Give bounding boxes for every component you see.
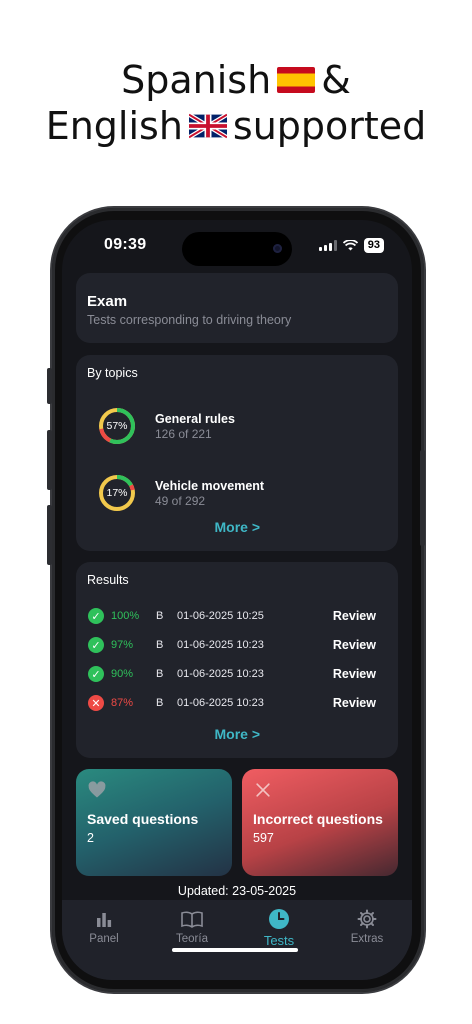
result-percent: 97% [111,639,134,651]
volume-down-button [47,505,52,565]
phone-screen: 09:39 93 Exam Tests corresponding to dri… [62,220,412,980]
topic-row-vehicle-movement[interactable]: 17% Vehicle movement 49 of 292 [98,474,264,512]
check-icon: ✓ [88,666,104,682]
promo-line-1-text: Spanish [121,58,272,102]
topic-percent: 57% [106,420,128,432]
review-button[interactable]: Review [333,667,376,681]
result-date: 01-06-2025 10:23 [177,668,264,680]
result-row[interactable]: ✓ 97% B 01-06-2025 10:23 Review [88,634,388,656]
book-icon [181,911,203,928]
topic-percent: 17% [106,487,128,499]
dynamic-island [182,232,292,266]
tab-label: Tests [263,933,295,948]
review-button[interactable]: Review [333,609,376,623]
spain-flag-icon [277,66,316,93]
results-title: Results [87,573,129,587]
check-icon: ✓ [88,608,104,624]
incorrect-questions-label: Incorrect questions [253,811,383,827]
topics-title: By topics [87,366,138,380]
volume-up-button [47,430,52,490]
results-more-link[interactable]: More > [214,726,260,742]
tab-label: Panel [89,933,119,945]
result-category: B [156,639,164,651]
result-date: 01-06-2025 10:25 [177,610,264,622]
topic-name: Vehicle movement [155,478,265,493]
bar-chart-icon [97,913,112,927]
result-percent: 100% [111,610,140,622]
tab-extras[interactable]: Extras [337,908,397,945]
close-icon [256,783,270,797]
uk-flag-icon [188,112,227,139]
topic-count: 49 of 292 [155,493,206,508]
topics-more-link[interactable]: More > [214,519,260,535]
exam-card[interactable]: Exam Tests corresponding to driving theo… [76,273,398,343]
result-row[interactable]: ✓ 100% B 01-06-2025 10:25 Review [88,605,388,627]
tab-label: Teoría [176,933,208,945]
action-button [47,368,52,404]
progress-ring: 57% [98,407,136,445]
incorrect-questions-tile[interactable]: Incorrect questions 597 [242,769,398,876]
battery-indicator: 93 [363,238,384,253]
tab-panel[interactable]: Panel [74,908,134,945]
result-percent: 87% [111,697,134,709]
progress-ring: 17% [98,474,136,512]
result-category: B [156,697,164,709]
saved-questions-count: 2 [87,831,94,845]
tab-label: Extras [350,933,384,945]
topics-card: By topics 57% General rules 126 of 221 1… [76,355,398,551]
signal-icon [318,240,337,251]
saved-questions-tile[interactable]: Saved questions 2 [76,769,232,876]
result-date: 01-06-2025 10:23 [177,639,264,651]
result-row[interactable]: ✕ 87% B 01-06-2025 10:23 Review [88,692,388,714]
promo-line-2-text: English [45,104,183,148]
saved-questions-label: Saved questions [87,811,199,827]
results-card: Results ✓ 100% B 01-06-2025 10:25 Review… [76,562,398,758]
promo-line-1: Spanish & [0,56,472,104]
result-percent: 90% [111,668,134,680]
result-category: B [156,610,164,622]
tab-teoria[interactable]: Teoría [162,908,222,945]
review-button[interactable]: Review [333,696,376,710]
wifi-icon [342,240,358,251]
exam-title: Exam [87,293,128,310]
result-category: B [156,668,164,680]
status-time: 09:39 [104,236,147,253]
cross-icon: ✕ [88,695,104,711]
tab-bar: Panel Teoría Tests Extras [62,900,412,980]
exam-subtitle: Tests corresponding to driving theory [87,313,292,327]
topic-row-general-rules[interactable]: 57% General rules 126 of 221 [98,407,235,445]
gear-icon [357,909,377,929]
check-icon: ✓ [88,637,104,653]
result-date: 01-06-2025 10:23 [177,697,264,709]
promo-line-2-suffix: supported [232,104,427,148]
promo-line-2: English supported [0,102,472,150]
camera-icon [273,244,282,253]
home-indicator [172,948,298,952]
promo-line-1-suffix: & [321,58,351,102]
status-indicators: 93 [318,238,384,253]
topic-count: 126 of 221 [155,426,212,441]
topic-name: General rules [155,411,235,426]
clock-icon [269,909,289,929]
incorrect-questions-count: 597 [253,831,274,845]
updated-date: Updated: 23-05-2025 [177,884,297,898]
tab-tests[interactable]: Tests [249,908,309,948]
review-button[interactable]: Review [333,638,376,652]
result-row[interactable]: ✓ 90% B 01-06-2025 10:23 Review [88,663,388,685]
heart-icon [88,781,106,798]
power-button [420,450,425,546]
